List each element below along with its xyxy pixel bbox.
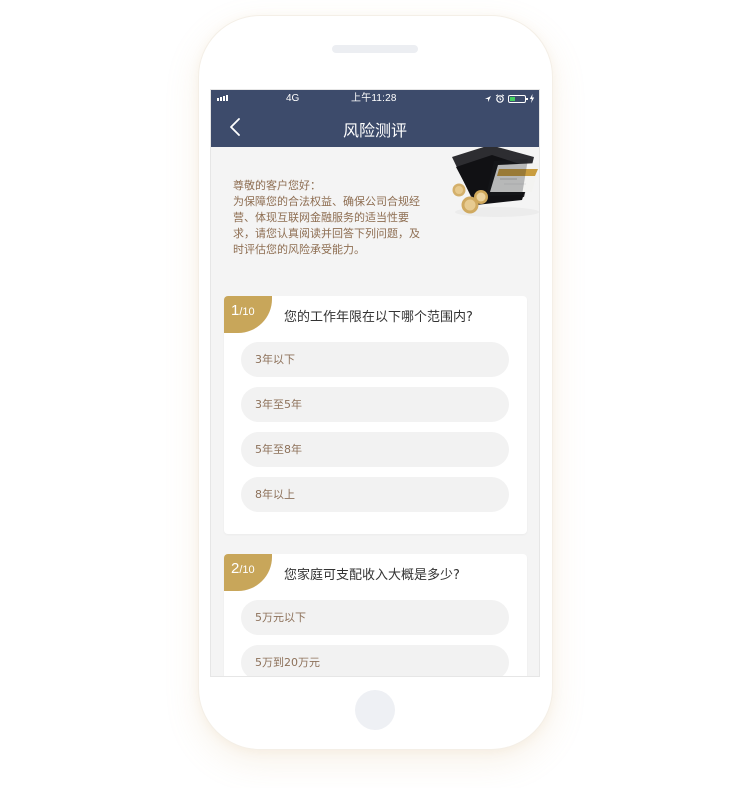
status-bar: 4G 上午11:28 xyxy=(211,90,539,108)
location-arrow-icon xyxy=(485,95,491,102)
answer-option[interactable]: 5万到20万元 xyxy=(241,645,509,676)
battery-icon xyxy=(508,94,528,103)
assessment-content: 尊敬的客户您好： 为保障您的合法权益、确保公司合规经营、体现互联网金融服务的适当… xyxy=(211,147,539,676)
status-icons xyxy=(484,94,535,103)
signal-strength-icon xyxy=(217,95,228,101)
answer-option[interactable]: 8年以上 xyxy=(241,477,509,512)
charging-bolt-icon xyxy=(529,94,535,103)
question-text: 您的工作年限在以下哪个范围内? xyxy=(284,310,473,325)
intro-text: 尊敬的客户您好： 为保障您的合法权益、确保公司合规经营、体现互联网金融服务的适当… xyxy=(233,178,429,258)
device-mockup: 4G 上午11:28 风险测评 尊敬的客户您好： 为保障您的合法权益、确保公司合… xyxy=(0,0,750,788)
intro-greeting: 尊敬的客户您好： xyxy=(233,179,321,192)
nav-bar: 风险测评 xyxy=(211,108,539,147)
question-total: /10 xyxy=(239,564,255,576)
answer-options: 3年以下 3年至5年 5年至8年 8年以上 xyxy=(241,342,509,522)
battery-level xyxy=(510,96,515,101)
answer-option[interactable]: 3年以下 xyxy=(241,342,509,377)
phone-screen: 4G 上午11:28 风险测评 尊敬的客户您好： 为保障您的合法权益、确保公司合… xyxy=(210,89,540,677)
page-title: 风险测评 xyxy=(342,121,407,140)
answer-option[interactable]: 5年至8年 xyxy=(241,432,509,467)
question-text: 您家庭可支配收入大概是多少? xyxy=(284,568,460,583)
app-header: 4G 上午11:28 风险测评 xyxy=(211,90,539,147)
question-number-badge: 2/10 xyxy=(224,554,272,591)
question-card-2: 2/10 您家庭可支配收入大概是多少? 5万元以下 5万到20万元 xyxy=(224,554,527,676)
question-number-badge: 1/10 xyxy=(224,296,272,333)
status-time: 上午11:28 xyxy=(351,93,397,104)
network-type: 4G xyxy=(286,93,300,104)
question-card-1: 1/10 您的工作年限在以下哪个范围内? 3年以下 3年至5年 5年至8年 8年… xyxy=(224,296,527,534)
question-total: /10 xyxy=(239,306,255,318)
answer-options: 5万元以下 5万到20万元 xyxy=(241,600,509,676)
answer-option[interactable]: 5万元以下 xyxy=(241,600,509,635)
intro-description: 为保障您的合法权益、确保公司合规经营、体现互联网金融服务的适当性要求，请您认真阅… xyxy=(233,195,420,256)
wallet-coins-illustration xyxy=(452,147,539,217)
answer-option[interactable]: 3年至5年 xyxy=(241,387,509,422)
alarm-icon xyxy=(495,94,505,103)
phone-speaker xyxy=(332,45,418,53)
home-button[interactable] xyxy=(355,690,395,730)
